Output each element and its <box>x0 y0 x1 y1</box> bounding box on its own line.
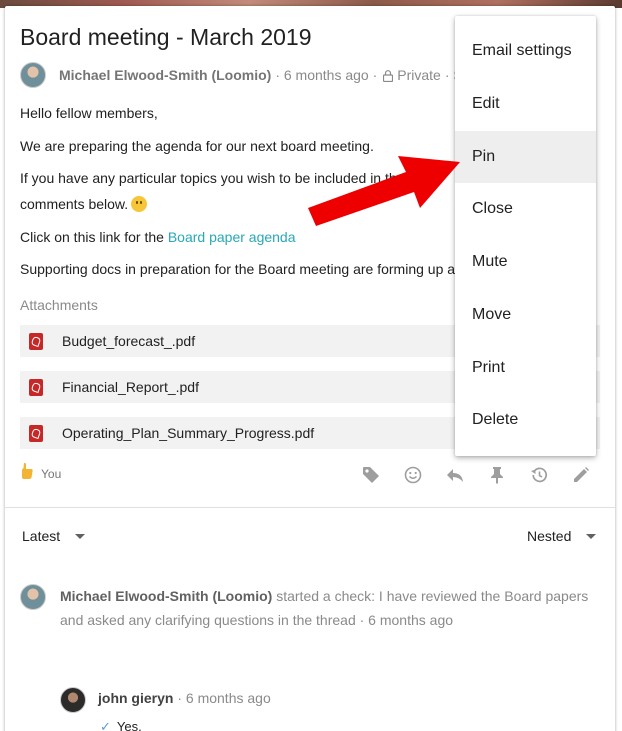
reply-icon[interactable] <box>444 464 465 485</box>
reply-text: Yes. <box>116 719 142 731</box>
menu-item-edit[interactable]: Edit <box>455 78 596 130</box>
history-icon[interactable] <box>528 464 549 485</box>
tag-icon[interactable] <box>360 464 381 485</box>
body-line-link: Click on this link for the Board paper a… <box>20 227 296 247</box>
menu-item-email-settings[interactable]: Email settings <box>455 25 596 77</box>
reactions: You <box>20 462 61 485</box>
action-bar <box>360 464 612 485</box>
attachment-name[interactable]: Operating_Plan_Summary_Progress.pdf <box>62 425 314 441</box>
event-text: Michael Elwood-Smith (Loomio) started a … <box>60 584 590 632</box>
body-line-supporting: Supporting docs in preparation for the B… <box>20 261 474 277</box>
chevron-down-icon <box>586 533 597 539</box>
posted-time: · 6 months ago · <box>275 67 378 83</box>
annotation-arrow-icon <box>308 156 460 226</box>
reply-body: ✓ Yes. <box>100 719 142 731</box>
reaction-user: You <box>41 466 62 481</box>
body-line-comments: comments below. <box>20 194 148 214</box>
lock-icon <box>383 70 394 82</box>
event-author[interactable]: Michael Elwood-Smith (Loomio) <box>60 588 272 604</box>
discussion-meta: Michael Elwood-Smith (Loomio) · 6 months… <box>20 62 486 88</box>
attachment-name[interactable]: Budget_forecast_.pdf <box>62 333 195 349</box>
sort-nested-label: Nested <box>527 528 572 544</box>
sort-latest-select[interactable]: Latest <box>22 528 86 544</box>
discussion-actions-menu: Email settings Edit Pin Close Mute Move … <box>455 16 596 456</box>
menu-item-mute[interactable]: Mute <box>455 236 596 288</box>
check-icon: ✓ <box>100 719 111 731</box>
author-avatar[interactable] <box>20 62 46 88</box>
reply-time: · 6 months ago <box>177 690 271 706</box>
attachment-name[interactable]: Financial_Report_.pdf <box>62 379 199 395</box>
author-name[interactable]: Michael Elwood-Smith (Loomio) <box>59 67 271 83</box>
reply-header: john gieryn · 6 months ago <box>98 690 271 706</box>
pin-icon[interactable] <box>486 464 507 485</box>
menu-item-print[interactable]: Print <box>455 342 596 394</box>
menu-item-pin[interactable]: Pin <box>455 131 596 183</box>
thumbs-up-icon[interactable] <box>20 462 34 485</box>
privacy-label: Private <box>397 67 441 83</box>
body-line-comments-text: comments below. <box>20 196 129 212</box>
discussion-title: Board meeting - March 2019 <box>20 24 312 50</box>
add-reaction-icon[interactable] <box>402 464 423 485</box>
reply-author-avatar[interactable] <box>60 687 86 713</box>
board-paper-agenda-link[interactable]: Board paper agenda <box>168 229 296 245</box>
attachments-label: Attachments <box>20 297 98 313</box>
menu-item-move[interactable]: Move <box>455 289 596 341</box>
menu-item-delete[interactable]: Delete <box>455 394 596 446</box>
pdf-icon <box>29 378 43 396</box>
smile-emoji-icon <box>131 196 148 212</box>
sort-latest-label: Latest <box>22 528 61 544</box>
event-author-avatar[interactable] <box>20 584 46 610</box>
reply-author[interactable]: john gieryn <box>98 690 173 706</box>
pdf-icon <box>29 424 43 442</box>
menu-item-close[interactable]: Close <box>455 183 596 235</box>
body-line-greeting: Hello fellow members, <box>20 105 158 121</box>
chevron-down-icon <box>75 533 86 539</box>
link-prefix: Click on this link for the <box>20 229 168 245</box>
pdf-icon <box>29 332 43 350</box>
edit-icon[interactable] <box>570 464 591 485</box>
section-divider <box>5 507 615 508</box>
sort-nested-select[interactable]: Nested <box>527 528 597 544</box>
